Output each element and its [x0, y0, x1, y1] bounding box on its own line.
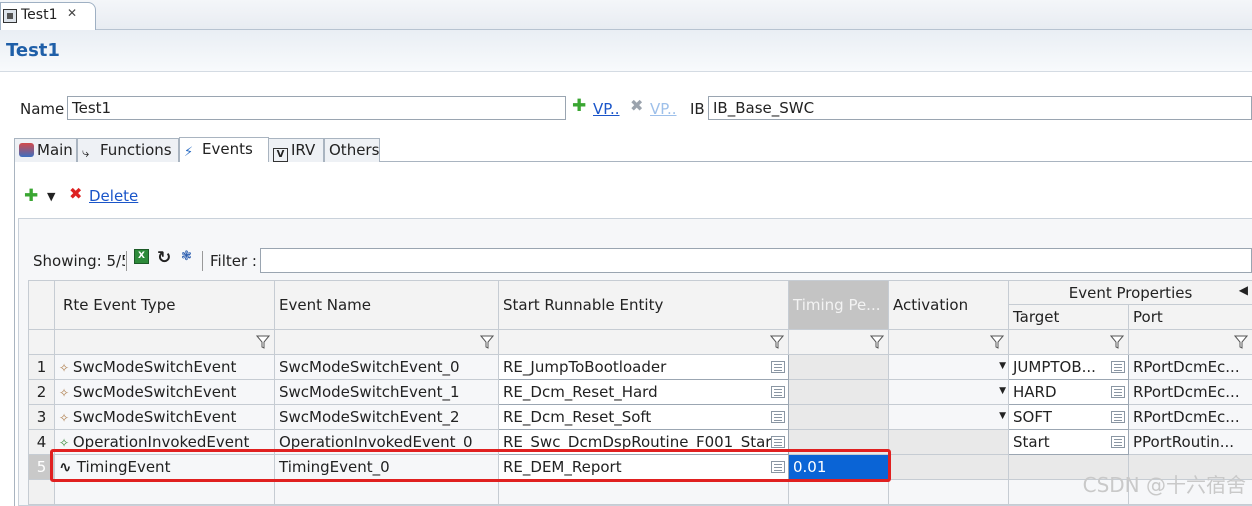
browse-icon[interactable] — [771, 436, 785, 448]
add-icon[interactable]: ✚ — [572, 96, 586, 116]
main-icon — [19, 143, 34, 157]
delete-icon[interactable]: ✖ — [69, 184, 82, 203]
filter-icon[interactable] — [256, 335, 270, 349]
settings-icon[interactable]: ❃ — [181, 249, 192, 264]
dropdown-arrow-icon[interactable]: ▼ — [999, 386, 1006, 396]
column-filter-row — [28, 329, 1252, 355]
browse-icon[interactable] — [771, 386, 785, 398]
browse-icon[interactable] — [1111, 386, 1125, 398]
add-event-icon[interactable]: ✚ — [24, 186, 38, 206]
events-icon: ⚡ — [184, 145, 194, 160]
event-type-icon: ✧ — [59, 361, 73, 375]
event-properties-header[interactable]: Event Properties ◀ — [1007, 280, 1252, 305]
ib-label: IB — [690, 100, 705, 118]
browse-icon[interactable] — [1111, 411, 1125, 423]
name-field[interactable]: Test1 — [67, 96, 566, 120]
remove-icon: ✖ — [630, 96, 644, 115]
filter-icon[interactable] — [480, 335, 494, 349]
highlight-box — [50, 449, 891, 482]
browse-icon[interactable] — [771, 411, 785, 423]
collapse-arrow-icon[interactable]: ◀ — [1239, 283, 1248, 297]
excel-export-icon[interactable]: X — [134, 249, 149, 264]
chevron-down-icon[interactable]: ▼ — [47, 190, 55, 203]
table-row[interactable]: 3 ✧ SwcModeSwitchEvent SwcModeSwitchEven… — [28, 404, 1252, 430]
delete-link[interactable]: Delete — [89, 187, 138, 205]
ib-field[interactable]: IB_Base_SWC — [708, 96, 1252, 120]
browse-icon[interactable] — [1111, 436, 1125, 448]
empty-row — [28, 479, 1252, 505]
operation-event-icon: ✧ — [59, 436, 73, 450]
filter-icon[interactable] — [990, 335, 1004, 349]
separator — [202, 251, 203, 271]
editor-tab-test1[interactable]: Test1 ✕ — [0, 2, 96, 30]
filter-icon[interactable] — [870, 335, 884, 349]
event-type-icon: ✧ — [59, 386, 73, 400]
irv-icon: V — [273, 148, 288, 162]
filter-icon[interactable] — [770, 335, 784, 349]
vp-link-disabled: VP.. — [650, 100, 677, 118]
row-header-corner — [28, 280, 55, 330]
showing-count: Showing: 5/5 — [33, 252, 125, 270]
form-header — [0, 30, 1252, 72]
refresh-icon[interactable]: ↻ — [157, 248, 171, 268]
table-row[interactable]: 1 ✧ SwcModeSwitchEvent SwcModeSwitchEven… — [28, 354, 1252, 380]
component-icon — [3, 9, 17, 23]
column-header-runnable[interactable]: Start Runnable Entity — [498, 280, 789, 330]
page-title: Test1 — [6, 40, 60, 61]
watermark: CSDN @十六宿舍 — [1082, 473, 1246, 497]
column-header-timing[interactable]: Timing Pe... — [788, 280, 889, 330]
browse-icon[interactable] — [771, 361, 785, 373]
filter-icon[interactable] — [1234, 335, 1249, 349]
browse-icon[interactable] — [1111, 361, 1125, 373]
functions-icon: ⤷ — [82, 146, 90, 161]
tab-functions[interactable]: ⤷ Functions — [77, 138, 179, 162]
dropdown-arrow-icon[interactable]: ▼ — [999, 411, 1006, 421]
event-type-icon: ✧ — [59, 411, 73, 425]
tab-others[interactable]: Others — [324, 138, 380, 162]
name-label: Name — [20, 100, 65, 118]
close-icon[interactable]: ✕ — [67, 6, 77, 20]
editor-tab-label: Test1 — [21, 7, 58, 23]
vp-link[interactable]: VP.. — [593, 100, 620, 118]
section-tabs: Main ⤷ Functions ⚡ Events V IRV Others — [14, 136, 1252, 162]
separator — [126, 251, 127, 271]
column-header-type[interactable]: Rte Event Type — [54, 280, 275, 330]
editor-tab-strip — [0, 0, 1252, 30]
tab-events[interactable]: ⚡ Events — [179, 137, 269, 162]
tab-main[interactable]: Main — [14, 138, 77, 162]
table-row[interactable]: 2 ✧ SwcModeSwitchEvent SwcModeSwitchEven… — [28, 379, 1252, 405]
column-header-activation[interactable]: Activation — [888, 280, 1009, 330]
filter-bar: Showing: 5/5 X ↻ ❃ Filter : — [28, 248, 1252, 278]
filter-input[interactable] — [260, 248, 1252, 273]
dropdown-arrow-icon[interactable]: ▼ — [999, 361, 1006, 371]
filter-label: Filter : — [210, 252, 257, 270]
tab-irv[interactable]: V IRV — [269, 138, 324, 162]
column-header-target[interactable]: Target — [1008, 304, 1129, 330]
filter-icon[interactable] — [1110, 335, 1124, 349]
column-header-name[interactable]: Event Name — [274, 280, 499, 330]
column-header-port[interactable]: Port — [1127, 304, 1252, 330]
